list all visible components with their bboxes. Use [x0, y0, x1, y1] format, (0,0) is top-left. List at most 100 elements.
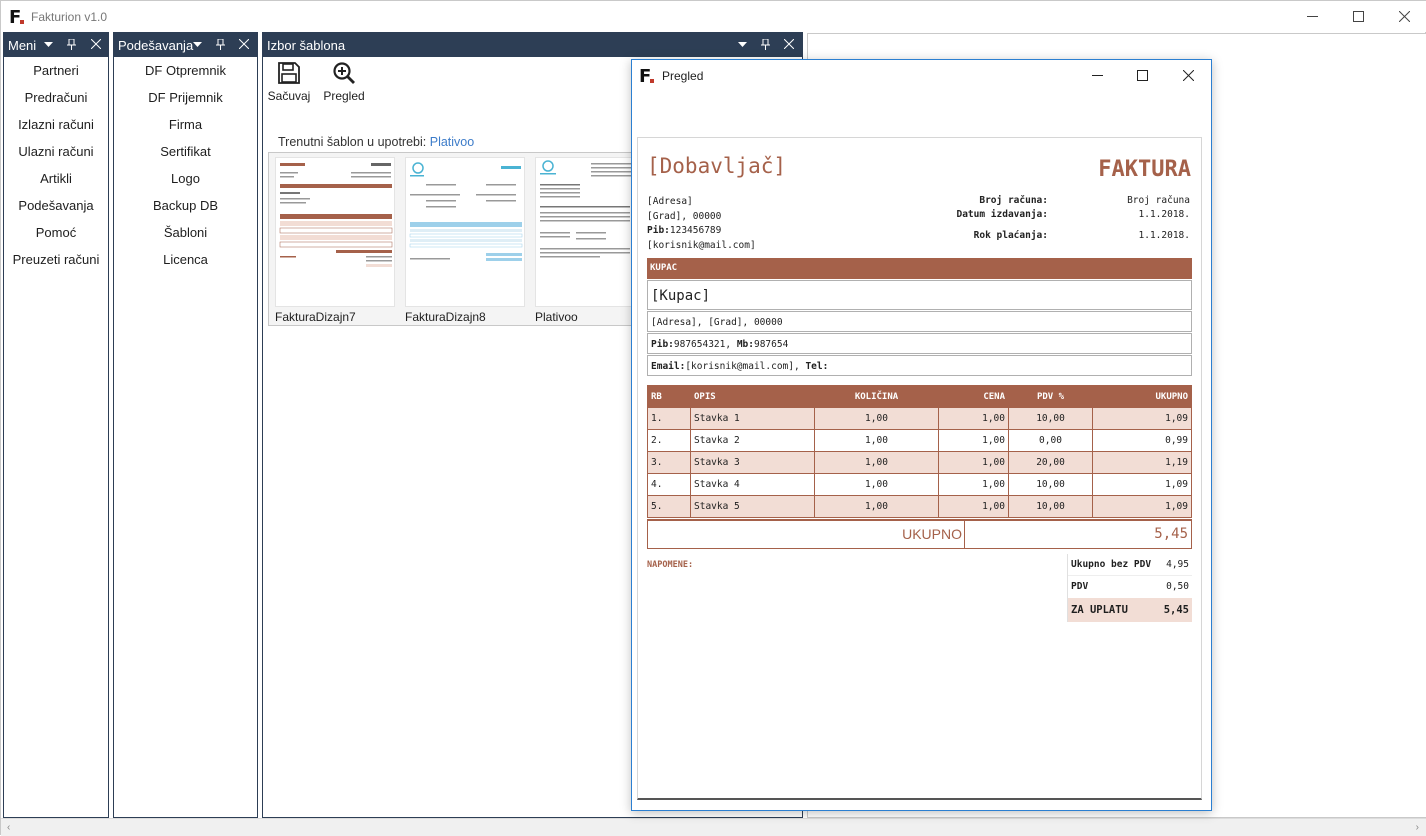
buyer-section-header: KUPAC — [647, 258, 1192, 279]
template-card[interactable]: Plativoo — [529, 155, 632, 325]
due-date-value: 1.1.2018. — [1138, 230, 1190, 241]
settings-list: DF Otpremnik DF Prijemnik Firma Sertifik… — [114, 57, 257, 273]
template-name: FakturaDizajn8 — [405, 310, 486, 324]
pin-icon[interactable] — [63, 36, 79, 52]
supplier-pib: Pib:123456789 — [647, 225, 722, 236]
total-value: 5,45 — [1154, 526, 1188, 542]
close-icon — [1398, 11, 1410, 22]
scroll-right-icon[interactable]: › — [1416, 822, 1419, 833]
save-button[interactable]: Sačuvaj — [267, 61, 311, 103]
minimize-button[interactable] — [1289, 1, 1335, 32]
col-kolicina: KOLIČINA — [814, 385, 939, 408]
summary-row-net: Ukupno bez PDV 4,95 — [1068, 554, 1192, 576]
settings-item-logo[interactable]: Logo — [114, 165, 257, 192]
menu-item-predracuni[interactable]: Predračuni — [4, 84, 108, 111]
due-date-label: Rok plaćanja: — [973, 230, 1048, 241]
buyer-contact: Email:[korisnik@mail.com], Tel: — [647, 355, 1192, 376]
supplier-email: [korisnik@mail.com] — [647, 239, 756, 251]
template-card[interactable]: FakturaDizajn8 — [399, 155, 525, 325]
pin-icon[interactable] — [212, 36, 228, 52]
current-template-value: Plativoo — [429, 135, 475, 149]
pin-icon[interactable] — [757, 36, 773, 52]
settings-item-sertifikat[interactable]: Sertifikat — [114, 138, 257, 165]
buyer-address: [Adresa], [Grad], 00000 — [647, 311, 1192, 332]
table-row: 5. Stavka 5 1,00 1,00 10,00 1,09 — [647, 495, 1192, 518]
maximize-icon — [1136, 70, 1148, 81]
table-row: 4. Stavka 4 1,00 1,00 10,00 1,09 — [647, 473, 1192, 496]
preview-maximize-button[interactable] — [1119, 60, 1165, 91]
minimize-icon — [1091, 75, 1103, 76]
preview-label: Pregled — [323, 89, 365, 103]
menu-item-izlazni-racuni[interactable]: Izlazni računi — [4, 111, 108, 138]
template-thumbnail — [535, 157, 632, 307]
invoice-supplier: [Dobavljač] — [647, 154, 787, 178]
save-icon — [278, 62, 300, 84]
preview-window-title: Pregled — [662, 69, 704, 83]
supplier-address: [Adresa] — [647, 196, 693, 207]
menu-panel: Meni Partneri Predračuni Izlazni računi … — [3, 32, 109, 818]
settings-item-df-prijemnik[interactable]: DF Prijemnik — [114, 84, 257, 111]
settings-item-licenca[interactable]: Licenca — [114, 246, 257, 273]
menu-item-pomoc[interactable]: Pomoć — [4, 219, 108, 246]
menu-item-artikli[interactable]: Artikli — [4, 165, 108, 192]
template-thumbnail — [275, 157, 395, 307]
close-icon[interactable] — [236, 36, 252, 52]
preview-close-button[interactable] — [1165, 60, 1211, 91]
col-opis: OPIS — [690, 385, 815, 408]
preview-minimize-button[interactable] — [1074, 60, 1120, 91]
dropdown-arrow-icon[interactable] — [40, 36, 56, 52]
app-logo: F — [9, 7, 22, 28]
dropdown-arrow-icon[interactable] — [734, 36, 750, 52]
preview-logo-dot — [650, 79, 654, 83]
close-icon[interactable] — [88, 36, 104, 52]
close-button[interactable] — [1381, 1, 1426, 32]
settings-item-df-otpremnik[interactable]: DF Otpremnik — [114, 57, 257, 84]
settings-item-firma[interactable]: Firma — [114, 111, 257, 138]
table-header-row: RB OPIS KOLIČINA CENA PDV % UKUPNO — [647, 385, 1192, 408]
table-row: 3. Stavka 3 1,00 1,00 20,00 1,19 — [647, 451, 1192, 474]
supplier-details: [Adresa] [Grad], 00000 Pib:123456789 [ko… — [647, 195, 756, 253]
template-name: FakturaDizajn7 — [275, 310, 356, 324]
logo-dot — [20, 20, 24, 24]
col-ukupno: UKUPNO — [1092, 385, 1192, 408]
buyer-ids: Pib:987654321, Mb:987654 — [647, 333, 1192, 354]
close-icon[interactable] — [781, 36, 797, 52]
template-panel-header: Izbor šablona — [263, 33, 802, 57]
maximize-button[interactable] — [1335, 1, 1381, 32]
scroll-left-icon[interactable]: ‹ — [7, 822, 10, 833]
current-template-info: Trenutni šablon u upotrebi: Plativoo — [278, 135, 474, 149]
settings-item-backup-db[interactable]: Backup DB — [114, 192, 257, 219]
app-window: F Fakturion v1.0 Meni Partneri Predračun… — [0, 0, 1426, 836]
menu-list: Partneri Predračuni Izlazni računi Ulazn… — [4, 57, 108, 273]
preview-button[interactable]: Pregled — [322, 61, 366, 103]
dropdown-arrow-icon[interactable] — [189, 36, 205, 52]
app-title: Fakturion v1.0 — [31, 10, 108, 24]
horizontal-scrollbar[interactable]: ‹ › — [1, 818, 1426, 836]
col-cena: CENA — [938, 385, 1009, 408]
menu-item-podesavanja[interactable]: Podešavanja — [4, 192, 108, 219]
notes-label: NAPOMENE: — [647, 560, 694, 570]
menu-panel-title: Meni — [8, 38, 37, 53]
template-panel-title: Izbor šablona — [267, 38, 346, 53]
settings-item-sabloni[interactable]: Šabloni — [114, 219, 257, 246]
preview-window: F Pregled [Dobavljač] FAKTURA [Adresa] [… — [631, 59, 1212, 811]
menu-item-preuzeti-racuni[interactable]: Preuzeti računi — [4, 246, 108, 273]
zoom-in-icon — [333, 62, 355, 84]
title-bar: F Fakturion v1.0 — [1, 1, 1426, 32]
total-row: UKUPNO 5,45 — [647, 519, 1192, 549]
menu-item-partneri[interactable]: Partneri — [4, 57, 108, 84]
col-pdv: PDV % — [1008, 385, 1093, 408]
settings-panel: Podešavanja DF Otpremnik DF Prijemnik Fi… — [113, 32, 258, 818]
close-icon — [1182, 70, 1194, 81]
table-row: 2. Stavka 2 1,00 1,00 0,00 0,99 — [647, 429, 1192, 452]
invoice-items-table: RB OPIS KOLIČINA CENA PDV % UKUPNO 1. Sta… — [647, 385, 1192, 518]
preview-logo: F — [639, 66, 652, 87]
menu-item-ulazni-racuni[interactable]: Ulazni računi — [4, 138, 108, 165]
template-card[interactable]: FakturaDizajn7 — [269, 155, 395, 325]
minimize-icon — [1306, 16, 1318, 17]
menu-panel-header: Meni — [4, 33, 108, 57]
issue-date-label: Datum izdavanja: — [956, 209, 1048, 220]
summary-table: Ukupno bez PDV 4,95 PDV 0,50 ZA UPLATU 5,45 — [1067, 554, 1192, 622]
supplier-city: [Grad], 00000 — [647, 210, 722, 222]
summary-row-vat: PDV 0,50 — [1071, 581, 1189, 592]
